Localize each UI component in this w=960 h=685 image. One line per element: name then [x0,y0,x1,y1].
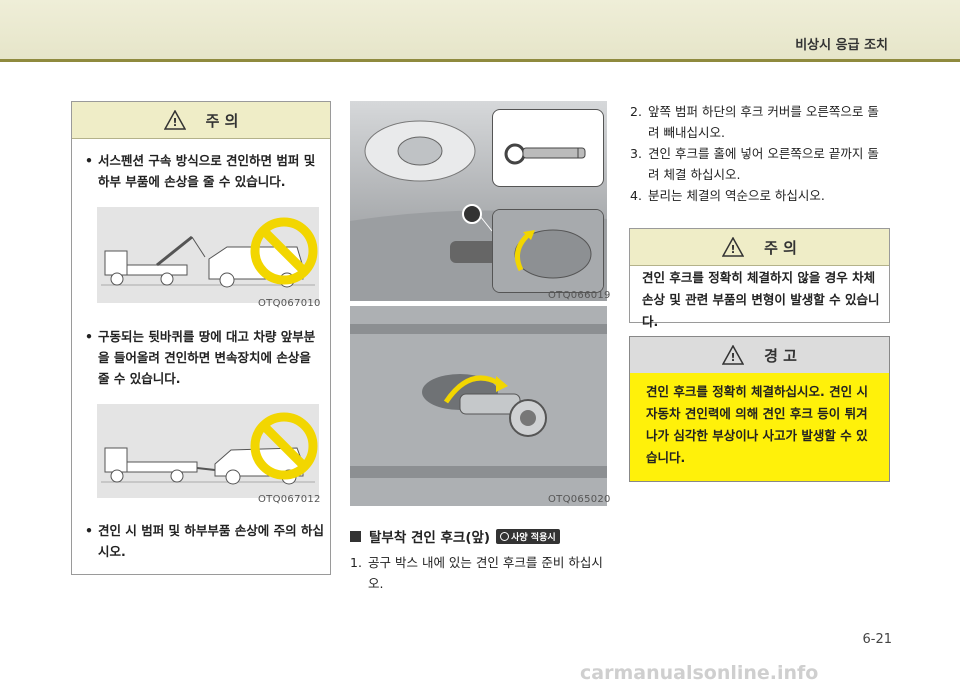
warning-heading: 경 고 [764,346,797,365]
warning-header: ! 경 고 [630,337,889,373]
figure-code: OTQ067010 [258,298,321,309]
svg-text:!: ! [731,351,736,364]
photo-code: OTQ065020 [548,494,611,505]
tow-hook-inset [492,109,604,187]
left-caution-box: ! 주 의 • 서스펜션 구속 방식으로 견인하면 범퍼 및 하부 부품에 손상을… [71,101,331,575]
option-badge: 사양 적용시 [496,528,560,544]
caution-bullet: • 구동되는 뒷바퀴를 땅에 대고 차량 앞부분을 들어올려 견인하면 변속장치에… [85,329,316,386]
caution-heading: 주 의 [205,111,239,130]
caution-header: ! 주 의 [630,229,889,266]
warning-triangle-icon: ! [722,237,745,257]
warning-body: 견인 후크를 정확히 체결하십시오. 견인 시 자동차 견인력에 의해 견인 후… [630,373,889,481]
tow-truck-illustration-2 [97,404,319,498]
step-item: 4. 분리는 체결의 역순으로 하십시오. [630,188,825,203]
right-caution-box: ! 주 의 견인 후크를 정확히 체결하지 않을 경우 차체 손상 및 관련 부… [629,228,890,329]
step-item: 1. 공구 박스 내에 있는 견인 후크를 준비 하십시오. [350,555,603,591]
caution-bullet: • 견인 시 범퍼 및 하부부품 손상에 주의 하십시오. [85,523,324,559]
caution-heading: 주 의 [764,238,797,257]
option-icon [500,531,510,541]
tow-truck-illustration-1 [97,207,319,303]
chapter-title: 비상시 응급 조치 [795,38,888,53]
photo-code: OTQ066019 [548,290,611,301]
step-item: 2. 앞쪽 범퍼 하단의 후크 커버를 오른쪽으로 돌려 빼내십시오. [630,104,879,140]
svg-text:!: ! [731,243,736,256]
svg-text:!: ! [172,116,177,129]
caution-header: ! 주 의 [72,102,330,139]
section-bullet-icon [350,530,361,542]
caution-bullet: • 서스펜션 구속 방식으로 견인하면 범퍼 및 하부 부품에 손상을 줄 수 있… [85,153,316,189]
figure-code: OTQ067012 [258,494,321,505]
step-item: 3. 견인 후크를 홀에 넣어 오른쪽으로 끝까지 돌려 체결 하십시오. [630,146,879,182]
header-rule [0,59,960,62]
warning-triangle-icon: ! [722,345,745,365]
warning-text: 견인 후크를 정확히 체결하십시오. 견인 시 자동차 견인력에 의해 견인 후… [646,384,869,465]
hook-cover-inset [492,209,604,293]
warning-triangle-icon: ! [163,110,186,130]
section-title: 탈부착 견인 후크(앞) 사양 적용시 [350,526,560,546]
warning-box: ! 경 고 견인 후크를 정확히 체결하십시오. 견인 시 자동차 견인력에 의… [629,336,890,482]
tow-hook-installed-photo [350,306,607,506]
watermark-text: carmanualsonline.info [580,662,819,684]
page-number: 6-21 [862,632,892,647]
caution-text: 견인 후크를 정확히 체결하지 않을 경우 차체 손상 및 관련 부품의 변형이… [642,270,880,329]
